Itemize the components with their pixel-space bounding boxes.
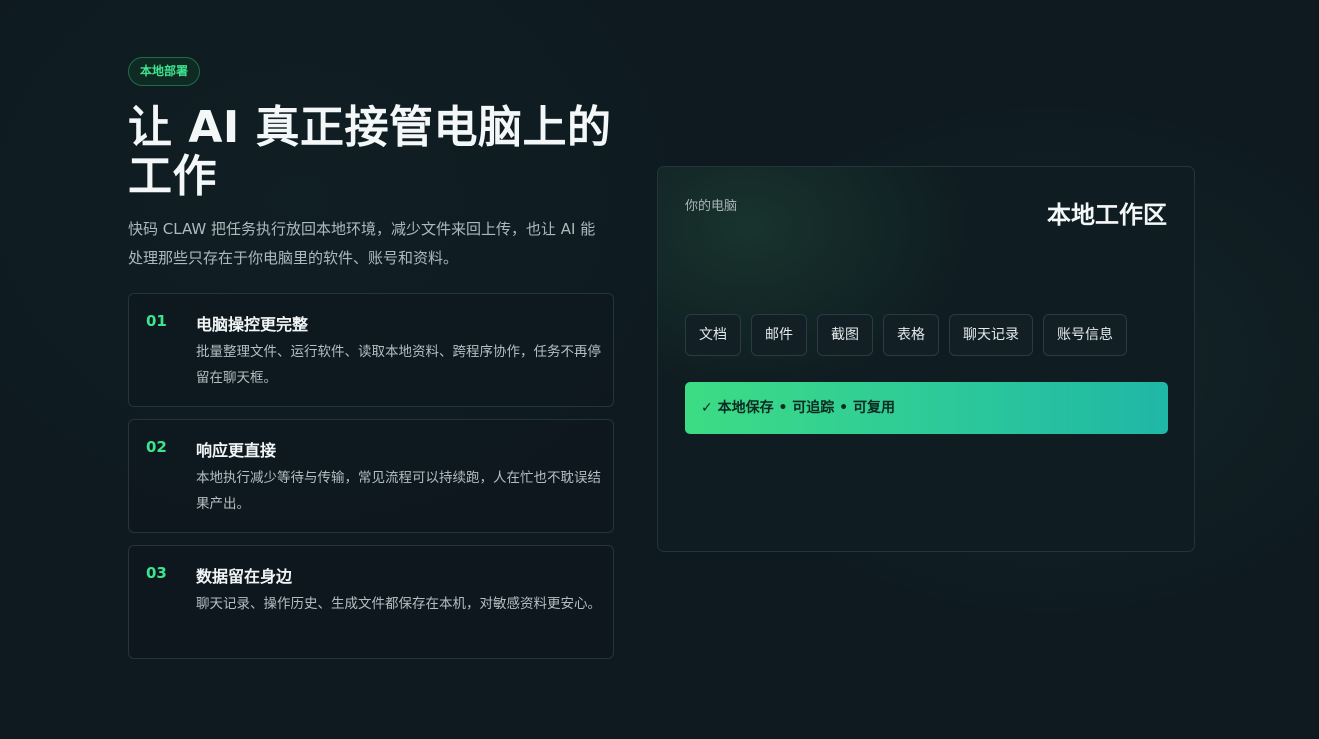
feature-number: 03 <box>146 564 167 582</box>
chip-documents: 文档 <box>685 314 741 356</box>
feature-title: 电脑操控更完整 <box>196 315 309 334</box>
feature-title: 数据留在身边 <box>196 567 293 586</box>
feature-list: 01 电脑操控更完整 批量整理文件、运行软件、读取本地资料、跨程序协作，任务不再… <box>128 293 614 659</box>
feature-description: 本地执行减少等待与传输，常见流程可以持续跑，人在忙也不耽误结果产出。 <box>196 470 601 512</box>
page-title: 让 AI 真正接管电脑上的工作 <box>128 102 612 202</box>
chip-account-info: 账号信息 <box>1043 314 1127 356</box>
local-workspace-card: 你的电脑 本地工作区 文档 邮件 截图 表格 聊天记录 账号信息 ✓ 本地保存 … <box>657 166 1195 552</box>
deploy-badge: 本地部署 <box>128 57 201 86</box>
feature-card: 03 数据留在身边 聊天记录、操作历史、生成文件都保存在本机，对敏感资料更安心。 <box>128 545 614 659</box>
intro-section: 本地部署 让 AI 真正接管电脑上的工作 快码 CLAW 把任务执行放回本地环境… <box>128 57 614 671</box>
chip-mail: 邮件 <box>751 314 807 356</box>
feature-description: 批量整理文件、运行软件、读取本地资料、跨程序协作，任务不再停留在聊天框。 <box>196 344 601 386</box>
status-bar: ✓ 本地保存 • 可追踪 • 可复用 <box>685 382 1168 434</box>
resource-chip-list: 文档 邮件 截图 表格 聊天记录 账号信息 <box>685 314 1137 356</box>
page-description: 快码 CLAW 把任务执行放回本地环境，减少文件来回上传，也让 AI 能处理那些… <box>128 220 596 267</box>
chip-screenshots: 截图 <box>817 314 873 356</box>
workspace-title: 本地工作区 <box>1047 201 1167 229</box>
feature-title: 响应更直接 <box>196 441 277 460</box>
your-computer-label: 你的电脑 <box>685 199 738 214</box>
chip-chat-history: 聊天记录 <box>949 314 1033 356</box>
chip-spreadsheets: 表格 <box>883 314 939 356</box>
feature-card: 02 响应更直接 本地执行减少等待与传输，常见流程可以持续跑，人在忙也不耽误结果… <box>128 419 614 533</box>
page: 本地部署 让 AI 真正接管电脑上的工作 快码 CLAW 把任务执行放回本地环境… <box>0 0 1319 739</box>
feature-number: 02 <box>146 438 167 456</box>
feature-card: 01 电脑操控更完整 批量整理文件、运行软件、读取本地资料、跨程序协作，任务不再… <box>128 293 614 407</box>
feature-number: 01 <box>146 312 167 330</box>
feature-description: 聊天记录、操作历史、生成文件都保存在本机，对敏感资料更安心。 <box>196 596 601 612</box>
